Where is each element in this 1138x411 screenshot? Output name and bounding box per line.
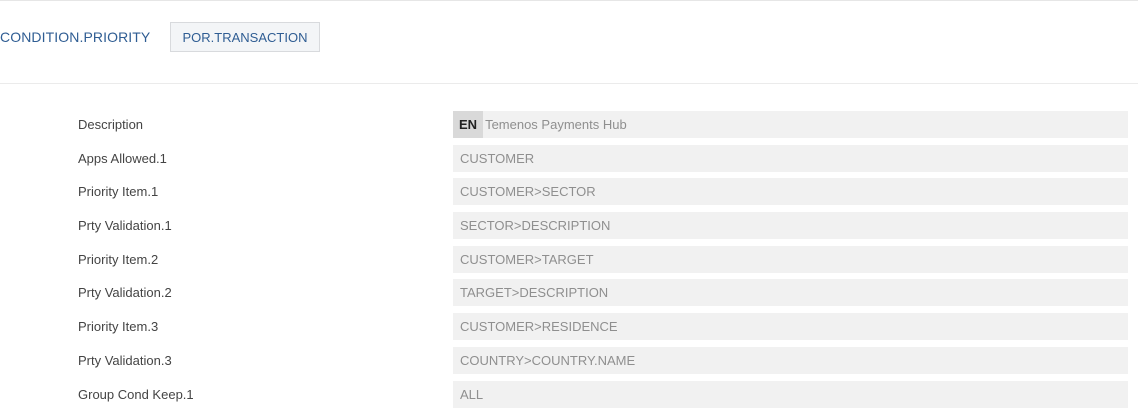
top-divider <box>0 0 1138 1</box>
application-name: CONDITION.PRIORITY <box>0 29 151 45</box>
field-value: Temenos Payments Hub <box>485 117 627 132</box>
record-form: Description EN Temenos Payments Hub Apps … <box>0 108 1138 411</box>
field-label: Group Cond Keep.1 <box>78 386 194 402</box>
field-value: CUSTOMER>TARGET <box>460 251 594 267</box>
field-row-prty-validation-1: Prty Validation.1 SECTOR>DESCRIPTION <box>0 209 1138 243</box>
field-row-prty-validation-3: Prty Validation.3 COUNTRY>COUNTRY.NAME <box>0 344 1138 378</box>
field-label: Apps Allowed.1 <box>78 150 167 166</box>
field-label: Prty Validation.3 <box>78 352 172 368</box>
field-row-priority-item-1: Priority Item.1 CUSTOMER>SECTOR <box>0 175 1138 209</box>
apps-allowed-1-field[interactable]: CUSTOMER <box>453 144 1128 172</box>
field-row-priority-item-3: Priority Item.3 CUSTOMER>RESIDENCE <box>0 310 1138 344</box>
prty-validation-2-field[interactable]: TARGET>DESCRIPTION <box>453 279 1128 307</box>
field-row-description: Description EN Temenos Payments Hub <box>0 108 1138 142</box>
field-value: CUSTOMER>SECTOR <box>460 184 596 200</box>
field-row-group-cond-keep-1: Group Cond Keep.1 ALL <box>0 378 1138 411</box>
record-id-badge[interactable]: POR.TRANSACTION <box>170 22 320 52</box>
field-row-prty-validation-2: Prty Validation.2 TARGET>DESCRIPTION <box>0 276 1138 310</box>
field-label: Priority Item.2 <box>78 251 159 267</box>
field-label: Description <box>78 117 144 132</box>
field-row-apps-allowed-1: Apps Allowed.1 CUSTOMER <box>0 142 1138 176</box>
field-value: COUNTRY>COUNTRY.NAME <box>460 352 636 368</box>
field-label: Priority Item.3 <box>78 319 159 335</box>
priority-item-2-field[interactable]: CUSTOMER>TARGET <box>453 245 1128 273</box>
group-cond-keep-1-field[interactable]: ALL <box>453 380 1128 408</box>
field-row-priority-item-2: Priority Item.2 CUSTOMER>TARGET <box>0 243 1138 277</box>
field-value: CUSTOMER <box>460 150 535 166</box>
description-field[interactable]: EN Temenos Payments Hub <box>453 111 1128 138</box>
prty-validation-1-field[interactable]: SECTOR>DESCRIPTION <box>453 212 1128 240</box>
field-value: TARGET>DESCRIPTION <box>460 285 609 301</box>
field-value: CUSTOMER>RESIDENCE <box>460 319 618 335</box>
field-label: Prty Validation.1 <box>78 218 172 234</box>
field-value: ALL <box>460 386 484 402</box>
field-value: SECTOR>DESCRIPTION <box>460 218 611 234</box>
page-header: CONDITION.PRIORITY POR.TRANSACTION <box>0 2 1138 84</box>
prty-validation-3-field[interactable]: COUNTRY>COUNTRY.NAME <box>453 346 1128 374</box>
priority-item-1-field[interactable]: CUSTOMER>SECTOR <box>453 178 1128 206</box>
field-label: Priority Item.1 <box>78 184 159 200</box>
field-label: Prty Validation.2 <box>78 285 172 301</box>
priority-item-3-field[interactable]: CUSTOMER>RESIDENCE <box>453 313 1128 341</box>
language-badge: EN <box>453 111 484 138</box>
